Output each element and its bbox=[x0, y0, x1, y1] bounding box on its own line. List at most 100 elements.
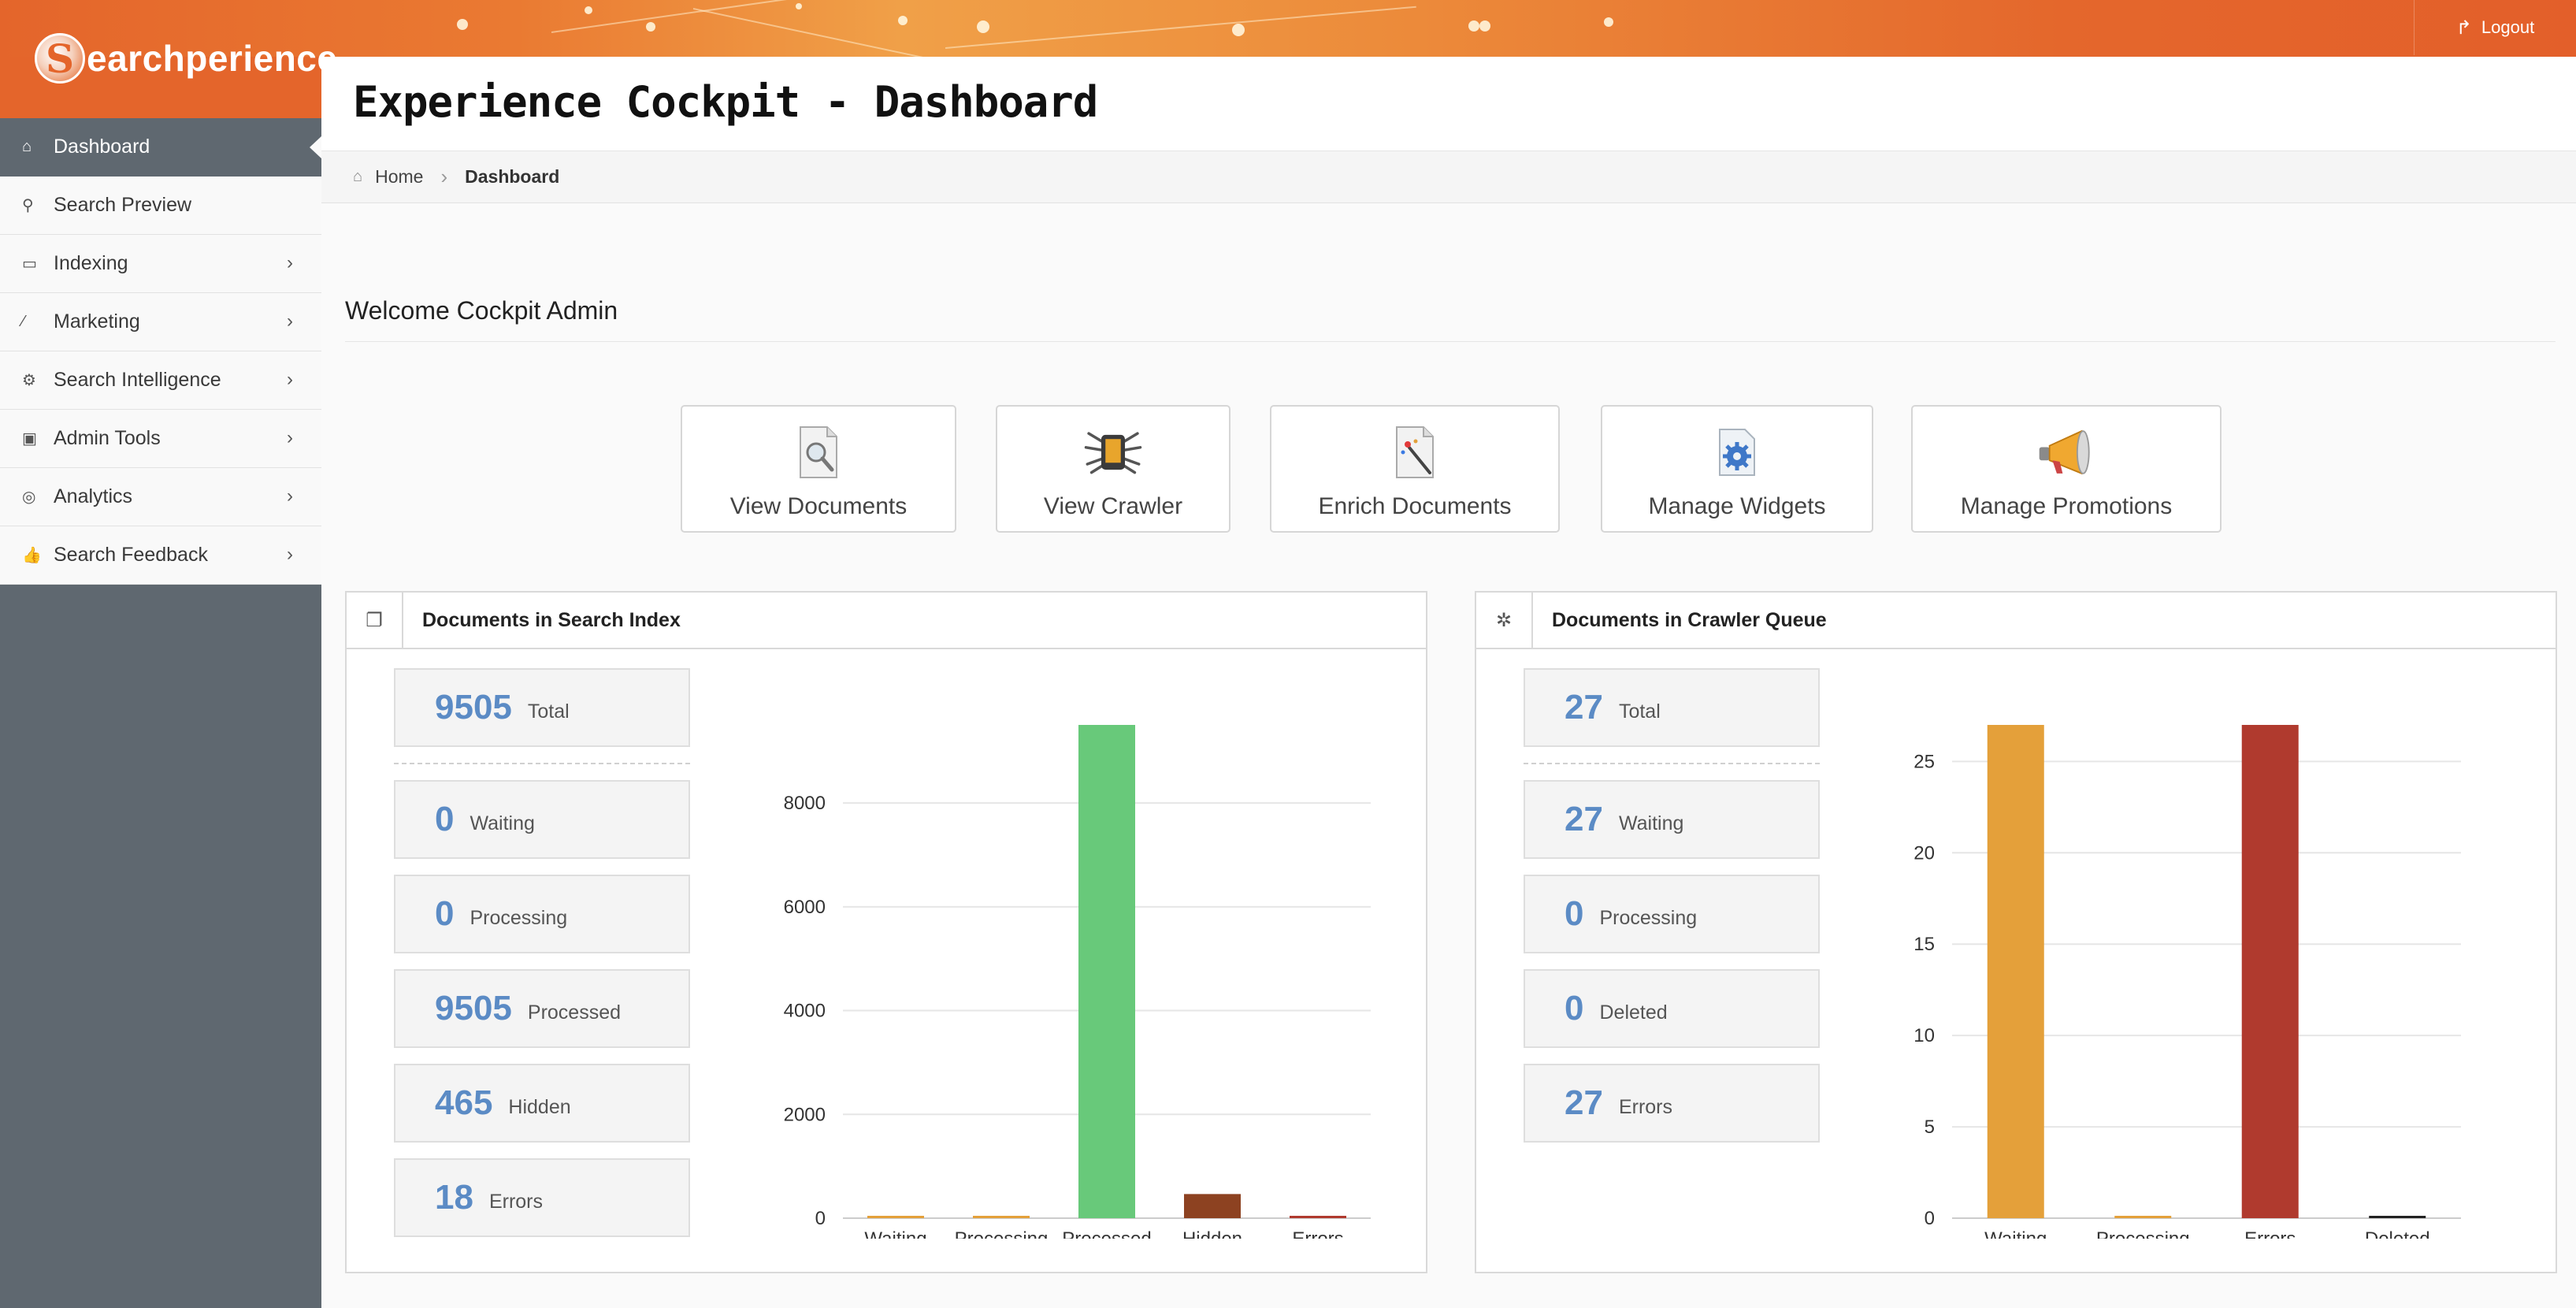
sidebar-item-admin-tools[interactable]: ▣ Admin Tools › bbox=[0, 410, 321, 468]
sidebar-item-analytics[interactable]: ◎ Analytics › bbox=[0, 468, 321, 526]
y-tick-label: 5 bbox=[1925, 1117, 1935, 1138]
logo[interactable]: S earchperience bbox=[35, 27, 337, 90]
stat-value: 0 bbox=[435, 800, 455, 838]
stat-processing: 0 Processing bbox=[1524, 875, 1820, 953]
stat-deleted: 0 Deleted bbox=[1524, 969, 1820, 1048]
header-decoration bbox=[1232, 24, 1245, 36]
chevron-right-icon: › bbox=[287, 544, 293, 565]
home-icon: ⌂ bbox=[353, 168, 363, 185]
chevron-right-icon: › bbox=[287, 252, 293, 273]
logout-label: Logout bbox=[2481, 17, 2535, 37]
bar-processing bbox=[973, 1216, 1030, 1218]
y-tick-label: 0 bbox=[1925, 1208, 1935, 1229]
stat-value: 0 bbox=[1565, 989, 1584, 1027]
header-decoration bbox=[1479, 20, 1490, 32]
crawler-spider-icon bbox=[1083, 422, 1143, 482]
sidebar-item-dashboard[interactable]: ⌂ Dashboard bbox=[0, 118, 322, 177]
x-tick-label: Processing bbox=[2096, 1228, 2190, 1239]
y-tick-label: 25 bbox=[1913, 751, 1935, 772]
enrich-documents-label: Enrich Documents bbox=[1318, 493, 1512, 519]
chevron-right-icon: › bbox=[287, 310, 293, 332]
chevron-right-icon: › bbox=[440, 165, 448, 188]
breadcrumb: ⌂ Home › Dashboard bbox=[321, 151, 2576, 203]
stat-total: 9505 Total bbox=[394, 668, 690, 747]
header-decoration bbox=[646, 22, 655, 32]
panel-title: Documents in Crawler Queue bbox=[1552, 608, 1827, 631]
stat-errors: 27 Errors bbox=[1524, 1064, 1820, 1143]
panel-header: ❐ Documents in Search Index bbox=[347, 593, 1426, 649]
bug-icon: ✲ bbox=[1476, 593, 1533, 648]
sidebar-item-marketing[interactable]: ⁄ Marketing › bbox=[0, 293, 321, 351]
enrich-documents-button[interactable]: Enrich Documents bbox=[1270, 405, 1560, 533]
bar-waiting bbox=[1987, 725, 2044, 1218]
stat-value: 27 bbox=[1565, 688, 1603, 726]
stat-value: 9505 bbox=[435, 688, 512, 726]
sidebar-item-search-intelligence[interactable]: ⚙ Search Intelligence › bbox=[0, 351, 321, 410]
sidebar-nav: ⌂ Dashboard ⚲ Search Preview ▭ Indexing … bbox=[0, 118, 322, 585]
welcome-heading: Welcome Cockpit Admin bbox=[345, 296, 618, 325]
stat-processed: 9505 Processed bbox=[394, 969, 690, 1048]
stat-label: Total bbox=[1618, 700, 1661, 723]
breadcrumb-current: Dashboard bbox=[465, 166, 560, 187]
stat-label: Processed bbox=[527, 1001, 622, 1024]
manage-promotions-button[interactable]: Manage Promotions bbox=[1911, 405, 2222, 533]
breadcrumb-home-link[interactable]: Home bbox=[375, 166, 423, 188]
search-icon: ⚲ bbox=[22, 197, 34, 214]
sidebar-item-label: Analytics bbox=[54, 485, 133, 507]
bar-processing bbox=[2114, 1216, 2172, 1218]
divider bbox=[1524, 763, 1820, 764]
inbox-icon: ▭ bbox=[22, 255, 37, 273]
divider bbox=[394, 763, 690, 764]
stat-label: Errors bbox=[488, 1190, 544, 1213]
divider bbox=[345, 341, 2556, 342]
x-tick-label: Errors bbox=[2244, 1228, 2296, 1239]
crawler-queue-bar-chart: 0 5 10 15 20 25 Waiting Processing Errors Deleted bbox=[1913, 725, 2461, 1239]
view-crawler-button[interactable]: View Crawler bbox=[996, 405, 1230, 533]
view-documents-button[interactable]: View Documents bbox=[681, 405, 956, 533]
stat-value: 465 bbox=[435, 1083, 493, 1122]
logo-mark: S bbox=[35, 33, 85, 84]
sidebar-item-label: Dashboard bbox=[54, 136, 150, 158]
stat-label: Processing bbox=[470, 906, 568, 929]
sidebar-item-search-feedback[interactable]: 👍 Search Feedback › bbox=[0, 526, 321, 585]
gear-icon: ⚙ bbox=[22, 372, 36, 389]
header-decoration bbox=[457, 19, 468, 30]
stat-value: 18 bbox=[435, 1178, 473, 1217]
stat-value: 9505 bbox=[435, 989, 512, 1027]
stat-label: Processing bbox=[1599, 906, 1698, 929]
sidebar-item-label: Search Preview bbox=[54, 194, 192, 216]
y-tick-label: 6000 bbox=[784, 897, 826, 918]
header-decoration bbox=[898, 16, 908, 25]
stat-total: 27 Total bbox=[1524, 668, 1820, 747]
stat-label: Hidden bbox=[508, 1095, 571, 1118]
manage-widgets-button[interactable]: Manage Widgets bbox=[1601, 405, 1873, 533]
logout-button[interactable]: ↱ Logout bbox=[2414, 0, 2576, 55]
document-wand-icon bbox=[1385, 422, 1445, 482]
chevron-right-icon: › bbox=[287, 485, 293, 507]
header-decoration bbox=[945, 6, 1416, 49]
y-tick-label: 8000 bbox=[784, 793, 826, 814]
stat-waiting: 0 Waiting bbox=[394, 780, 690, 859]
stat-label: Total bbox=[527, 700, 570, 723]
thumbs-up-icon: 👍 bbox=[22, 547, 42, 564]
megaphone-icon bbox=[2036, 422, 2096, 482]
bar-errors bbox=[2241, 725, 2299, 1218]
x-tick-label: Waiting bbox=[864, 1228, 926, 1239]
header-decoration bbox=[1468, 20, 1479, 32]
sidebar-item-label: Search Intelligence bbox=[54, 369, 221, 391]
stat-label: Deleted bbox=[1599, 1001, 1668, 1024]
y-tick-label: 20 bbox=[1913, 842, 1935, 864]
page-header: Experience Cockpit - Dashboard bbox=[321, 57, 2576, 151]
stat-processing: 0 Processing bbox=[394, 875, 690, 953]
document-magnifier-icon bbox=[789, 422, 848, 482]
lock-icon: ▣ bbox=[22, 430, 37, 448]
header-decoration bbox=[585, 6, 592, 14]
sidebar-item-indexing[interactable]: ▭ Indexing › bbox=[0, 235, 321, 293]
sidebar-item-search-preview[interactable]: ⚲ Search Preview bbox=[0, 177, 321, 235]
panel-header: ✲ Documents in Crawler Queue bbox=[1476, 593, 2556, 649]
y-tick-label: 2000 bbox=[784, 1104, 826, 1125]
x-tick-label: Processed bbox=[1062, 1228, 1151, 1239]
sidebar-item-label: Admin Tools bbox=[54, 427, 161, 449]
manage-widgets-label: Manage Widgets bbox=[1648, 493, 1826, 519]
bar-errors bbox=[1290, 1216, 1346, 1218]
